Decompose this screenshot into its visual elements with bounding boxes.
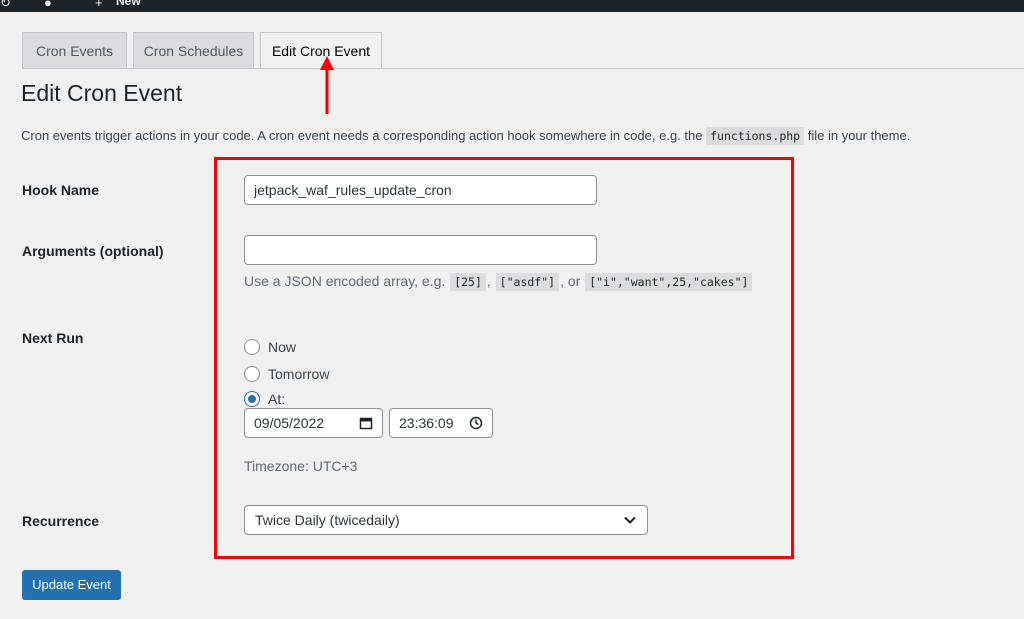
arguments-example-3: ["i","want",25,"cakes"]: [585, 273, 753, 291]
radio-now[interactable]: [244, 339, 260, 355]
clock-icon[interactable]: [469, 416, 483, 430]
radio-tomorrow[interactable]: [244, 366, 260, 382]
update-event-button[interactable]: Update Event: [22, 570, 121, 600]
next-run-option-tomorrow[interactable]: Tomorrow: [244, 365, 329, 383]
next-run-option-now[interactable]: Now: [244, 338, 296, 356]
arguments-help-text: Use a JSON encoded array, e.g.: [244, 273, 446, 289]
arguments-example-2: ["asdf"]: [495, 273, 560, 291]
radio-at-label: At:: [268, 391, 286, 407]
page-title: Edit Cron Event: [21, 80, 183, 106]
next-run-option-at[interactable]: At:: [244, 390, 285, 408]
intro-text: Cron events trigger actions in your code…: [21, 127, 911, 145]
plus-icon[interactable]: +: [95, 0, 103, 10]
intro-text-before: Cron events trigger actions in your code…: [21, 128, 703, 143]
admin-bar: ↻ ● + New: [0, 0, 1024, 12]
recurrence-label: Recurrence: [22, 513, 100, 529]
updates-icon[interactable]: ↻: [0, 0, 11, 11]
arguments-help: Use a JSON encoded array, e.g. [25], ["a…: [244, 273, 753, 291]
intro-code: functions.php: [706, 127, 805, 145]
hook-name-label: Hook Name: [22, 182, 100, 198]
next-run-label: Next Run: [22, 330, 84, 346]
tab-cron-events[interactable]: Cron Events: [22, 32, 127, 68]
intro-text-after: file in your theme.: [807, 128, 911, 143]
arguments-sep-1: ,: [486, 273, 491, 289]
timezone-text: Timezone: UTC+3: [244, 458, 358, 474]
comments-icon[interactable]: ●: [44, 0, 52, 10]
annotation-highlight-box: [214, 157, 794, 559]
chevron-down-icon: [624, 516, 636, 524]
arguments-input[interactable]: [244, 235, 597, 265]
time-input[interactable]: 23:36:09: [389, 408, 493, 438]
tab-cron-schedules[interactable]: Cron Schedules: [133, 32, 254, 68]
radio-at[interactable]: [244, 391, 260, 407]
annotation-arrow-icon: [320, 56, 334, 114]
recurrence-select[interactable]: Twice Daily (twicedaily): [244, 505, 648, 535]
arguments-sep-2: , or: [560, 273, 581, 289]
arguments-example-1: [25]: [450, 273, 486, 291]
date-value: 09/05/2022: [254, 415, 325, 431]
radio-now-label: Now: [268, 339, 297, 355]
new-content-link[interactable]: New: [116, 0, 141, 8]
radio-tomorrow-label: Tomorrow: [268, 366, 330, 382]
date-input[interactable]: 09/05/2022: [244, 408, 383, 438]
recurrence-selected-value: Twice Daily (twicedaily): [255, 512, 400, 528]
time-value: 23:36:09: [399, 415, 454, 431]
hook-name-input[interactable]: [244, 175, 597, 205]
calendar-icon[interactable]: [359, 416, 373, 430]
tabs-divider: [22, 68, 1024, 69]
arguments-label: Arguments (optional): [22, 243, 164, 259]
